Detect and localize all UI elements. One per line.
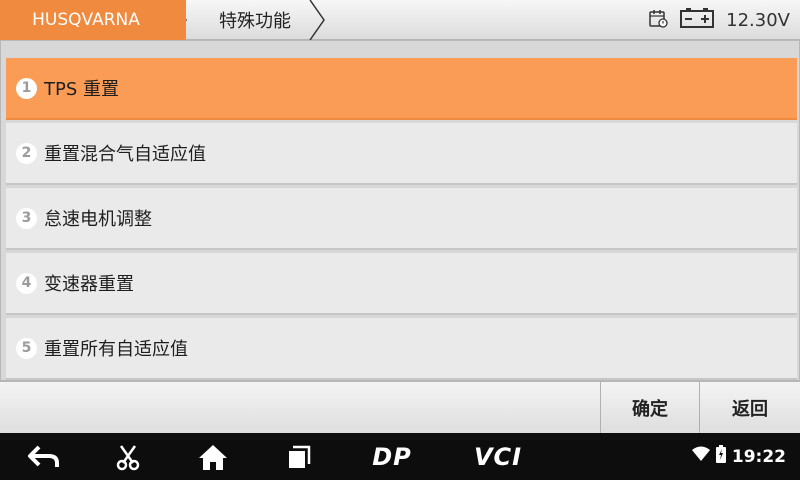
- back-button[interactable]: 返回: [699, 382, 800, 434]
- item-label: 重置混合气自适应值: [44, 144, 206, 165]
- scissors-icon[interactable]: [112, 441, 144, 473]
- function-list: 1 TPS 重置 2 重置混合气自适应值 3 怠速电机调整 4 变速器重置 5 …: [0, 40, 800, 381]
- vci-shortcut-button[interactable]: VCI: [468, 441, 528, 473]
- breadcrumb-title[interactable]: 特殊功能: [176, 0, 328, 40]
- calendar-icon: [648, 8, 668, 33]
- clock: 19:22: [731, 446, 786, 467]
- list-item-mixture-reset[interactable]: 2 重置混合气自适应值: [6, 123, 797, 185]
- system-nav-bar: DP VCI 19:22: [0, 433, 800, 480]
- item-number-badge: 1: [16, 77, 37, 99]
- dp-shortcut-button[interactable]: DP: [364, 441, 420, 473]
- item-label: 重置所有自适应值: [44, 339, 188, 360]
- voltage-readout: 12.30V: [726, 9, 790, 31]
- top-bar: HUSQVARNA 特殊功能 12.30V: [0, 0, 800, 40]
- home-icon[interactable]: [196, 441, 230, 473]
- system-status: 19:22: [691, 433, 786, 480]
- recent-apps-icon[interactable]: [284, 441, 314, 473]
- item-number-badge: 3: [16, 207, 37, 229]
- item-number-badge: 5: [16, 337, 37, 359]
- battery-icon: [680, 7, 715, 34]
- list-item-idle-motor[interactable]: 3 怠速电机调整: [6, 188, 797, 250]
- list-item-transmission-reset[interactable]: 4 变速器重置: [6, 253, 797, 315]
- item-label: 怠速电机调整: [44, 209, 152, 230]
- item-number-badge: 2: [16, 142, 37, 164]
- item-label: TPS 重置: [44, 79, 119, 100]
- item-label: 变速器重置: [44, 274, 134, 295]
- item-number-badge: 4: [16, 272, 37, 294]
- header-status: 12.30V: [648, 0, 790, 40]
- battery-status-icon: [715, 445, 726, 468]
- list-item-reset-all-adaptives[interactable]: 5 重置所有自适应值: [6, 318, 797, 380]
- wifi-icon: [691, 446, 710, 467]
- action-bar: 确定 返回: [0, 381, 800, 434]
- breadcrumb-brand[interactable]: HUSQVARNA: [0, 0, 186, 40]
- list-item-tps-reset[interactable]: 1 TPS 重置: [6, 58, 797, 120]
- confirm-button[interactable]: 确定: [600, 382, 699, 434]
- back-arrow-icon[interactable]: [26, 441, 62, 473]
